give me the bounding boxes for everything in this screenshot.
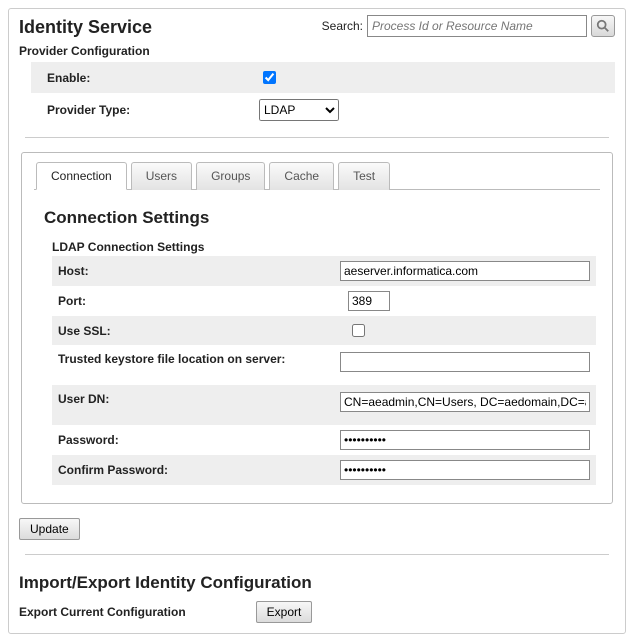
provider-type-label: Provider Type: <box>39 103 259 117</box>
export-row: Export Current Configuration Export <box>19 601 615 623</box>
password-row: Password: <box>52 425 596 455</box>
update-button[interactable]: Update <box>19 518 80 540</box>
provider-type-row: Provider Type: LDAP <box>31 93 615 127</box>
main-panel: Identity Service Search: Provider Config… <box>8 8 626 634</box>
userdn-label: User DN: <box>58 392 340 406</box>
port-label: Port: <box>58 294 348 308</box>
tab-users[interactable]: Users <box>131 162 192 190</box>
tab-test[interactable]: Test <box>338 162 390 190</box>
separator-2 <box>25 554 609 555</box>
keystore-label: Trusted keystore file location on server… <box>58 352 340 366</box>
import-export-title: Import/Export Identity Configuration <box>19 573 615 593</box>
tab-cache[interactable]: Cache <box>269 162 334 190</box>
confirm-password-row: Confirm Password: <box>52 455 596 485</box>
password-label: Password: <box>58 433 340 447</box>
confirm-password-label: Confirm Password: <box>58 463 340 477</box>
enable-label: Enable: <box>39 71 259 85</box>
search-area: Search: <box>322 15 615 37</box>
host-input[interactable] <box>340 261 590 281</box>
search-label: Search: <box>322 19 363 33</box>
connection-settings-title: Connection Settings <box>44 208 596 228</box>
tab-groups[interactable]: Groups <box>196 162 265 190</box>
update-row: Update <box>19 518 615 540</box>
use-ssl-checkbox[interactable] <box>352 324 365 337</box>
keystore-row: Trusted keystore file location on server… <box>52 345 596 385</box>
use-ssl-row: Use SSL: <box>52 316 596 345</box>
userdn-row: User DN: <box>52 385 596 425</box>
page-title: Identity Service <box>19 17 152 38</box>
enable-row: Enable: <box>31 62 615 93</box>
search-button[interactable] <box>591 15 615 37</box>
search-input[interactable] <box>367 15 587 37</box>
host-row: Host: <box>52 256 596 286</box>
header-row: Identity Service Search: <box>19 13 615 38</box>
search-icon <box>596 19 610 33</box>
enable-checkbox[interactable] <box>263 71 276 84</box>
use-ssl-label: Use SSL: <box>58 324 348 338</box>
host-label: Host: <box>58 264 340 278</box>
export-label: Export Current Configuration <box>19 605 186 619</box>
tab-connection[interactable]: Connection <box>36 162 127 190</box>
separator <box>25 137 609 138</box>
provider-type-select[interactable]: LDAP <box>259 99 339 121</box>
ldap-settings: Host: Port: Use SSL: Trusted keystore fi… <box>52 256 596 485</box>
port-row: Port: <box>52 286 596 316</box>
provider-form: Enable: Provider Type: LDAP <box>19 62 615 127</box>
provider-subtitle: Provider Configuration <box>19 44 615 58</box>
tab-panel: Connection Users Groups Cache Test Conne… <box>21 152 613 504</box>
export-button[interactable]: Export <box>256 601 313 623</box>
password-input[interactable] <box>340 430 590 450</box>
ldap-subsection-title: LDAP Connection Settings <box>52 240 596 254</box>
confirm-password-input[interactable] <box>340 460 590 480</box>
tab-bar: Connection Users Groups Cache Test <box>34 161 600 190</box>
tab-content: Connection Settings LDAP Connection Sett… <box>34 190 600 485</box>
userdn-input[interactable] <box>340 392 590 412</box>
keystore-input[interactable] <box>340 352 590 372</box>
port-input[interactable] <box>348 291 390 311</box>
